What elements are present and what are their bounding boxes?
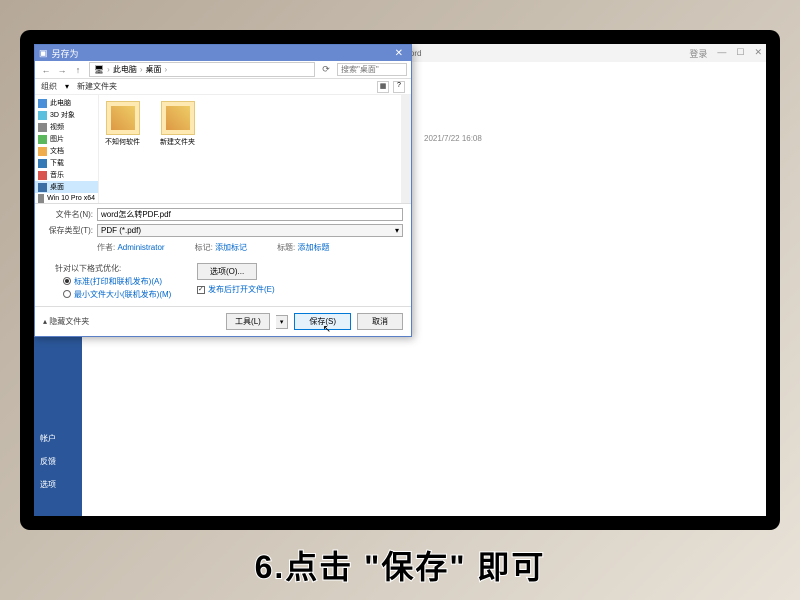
- options-button[interactable]: 选项(O)...: [197, 263, 257, 280]
- tree-item[interactable]: 音乐: [35, 169, 98, 181]
- folder-icon: [106, 101, 140, 135]
- folder-icon: [38, 171, 47, 180]
- hide-folders-toggle[interactable]: 隐藏文件夹: [43, 316, 89, 327]
- save-button[interactable]: 保存(S) ↖: [294, 313, 351, 330]
- folder-icon: [38, 111, 47, 120]
- dialog-toolbar: 组织 ▾ 新建文件夹 ▦ ?: [35, 79, 411, 95]
- help-button[interactable]: ?: [393, 81, 405, 93]
- tree-item[interactable]: 图片: [35, 133, 98, 145]
- new-folder-button[interactable]: 新建文件夹: [77, 81, 117, 92]
- window-controls: 登录 — ☐ ✕: [689, 47, 762, 60]
- organize-menu[interactable]: 组织: [41, 81, 57, 92]
- tree-label: 音乐: [50, 170, 64, 180]
- screen: docx - Word 登录 — ☐ ✕ ← 帐户 反馈 选项 2021/7/2…: [34, 44, 766, 516]
- tree-item[interactable]: 桌面: [35, 181, 98, 193]
- dialog-fields: 文件名(N): 保存类型(T): PDF (*.pdf) 作者: Adminis…: [35, 203, 411, 259]
- folder-icon: [161, 101, 195, 135]
- radio-icon: [63, 290, 71, 298]
- dialog-title: 另存为: [52, 47, 79, 60]
- folder-icon: [38, 183, 47, 192]
- tags-link[interactable]: 添加标记: [215, 243, 247, 252]
- tree-label: Win 10 Pro x64: [47, 195, 95, 202]
- dialog-body: 此电脑3D 对象视频图片文档下载音乐桌面Win 10 Pro x64本地磁盘 (…: [35, 95, 411, 203]
- scrollbar-vertical[interactable]: [401, 95, 411, 203]
- file-label: 新建文件夹: [160, 137, 195, 147]
- radio-standard[interactable]: 标准(打印和联机发布)(A): [63, 276, 185, 287]
- filetype-select[interactable]: PDF (*.pdf): [97, 224, 403, 237]
- search-input[interactable]: [337, 63, 407, 76]
- tree-item[interactable]: 此电脑: [35, 97, 98, 109]
- tree-label: 视频: [50, 122, 64, 132]
- file-list[interactable]: 不知何软件 新建文件夹: [99, 95, 411, 203]
- tree-item[interactable]: 文档: [35, 145, 98, 157]
- nav-forward-button[interactable]: →: [55, 63, 69, 77]
- dialog-nav-bar: ← → ↑ 🖥 › 此电脑 › 桌面 › ⟳: [35, 61, 411, 79]
- folder-icon: [38, 135, 47, 144]
- folder-icon: [38, 159, 47, 168]
- tree-item[interactable]: 视频: [35, 121, 98, 133]
- radio-icon: [63, 277, 71, 285]
- checkbox-icon: [197, 286, 205, 294]
- tutorial-caption: 6.点击 "保存" 即可: [0, 542, 800, 588]
- close-icon[interactable]: ✕: [754, 47, 762, 60]
- sidebar-item-feedback[interactable]: 反馈: [34, 450, 82, 473]
- folder-icon: [38, 194, 44, 203]
- folder-icon: [38, 123, 47, 132]
- view-mode-button[interactable]: ▦: [377, 81, 389, 93]
- open-after-checkbox[interactable]: 发布后打开文件(E): [197, 284, 403, 295]
- tree-label: 此电脑: [50, 98, 71, 108]
- cancel-button[interactable]: 取消: [357, 313, 403, 330]
- folder-tree[interactable]: 此电脑3D 对象视频图片文档下载音乐桌面Win 10 Pro x64本地磁盘 (…: [35, 95, 99, 203]
- maximize-icon[interactable]: ☐: [736, 47, 744, 60]
- tree-label: 下载: [50, 158, 64, 168]
- nav-back-button[interactable]: ←: [39, 63, 53, 77]
- radio-minimum[interactable]: 最小文件大小(联机发布)(M): [63, 289, 185, 300]
- dialog-footer: 隐藏文件夹 工具(L) ▾ 保存(S) ↖ 取消: [35, 306, 411, 336]
- dialog-close-button[interactable]: ✕: [391, 48, 407, 59]
- tools-dropdown[interactable]: ▾: [276, 315, 289, 329]
- filename-label: 文件名(N):: [43, 209, 93, 220]
- dialog-titlebar: ▣ 另存为 ✕: [35, 45, 411, 61]
- tools-button[interactable]: 工具(L): [226, 313, 270, 330]
- breadcrumb-desktop[interactable]: 桌面: [146, 64, 162, 75]
- tree-label: 图片: [50, 134, 64, 144]
- author-label: 作者:: [97, 243, 115, 252]
- title-meta-label: 标题:: [277, 243, 295, 252]
- minimize-icon[interactable]: —: [717, 47, 726, 60]
- folder-icon: [38, 147, 47, 156]
- file-item[interactable]: 不知何软件: [105, 101, 140, 147]
- breadcrumb[interactable]: 🖥 › 此电脑 › 桌面 ›: [89, 62, 315, 77]
- tree-label: 文档: [50, 146, 64, 156]
- tags-label: 标记:: [195, 243, 213, 252]
- filetype-label: 保存类型(T):: [43, 225, 93, 236]
- optimize-label: 针对以下格式优化:: [55, 264, 121, 273]
- tree-item[interactable]: Win 10 Pro x64: [35, 193, 98, 203]
- breadcrumb-pc[interactable]: 此电脑: [113, 64, 137, 75]
- sidebar-item-account[interactable]: 帐户: [34, 427, 82, 450]
- title-link[interactable]: 添加标题: [298, 243, 330, 252]
- folder-icon: 🖥: [94, 65, 104, 74]
- folder-icon: [38, 99, 47, 108]
- tree-label: 桌面: [50, 182, 64, 192]
- word-icon: ▣: [39, 48, 48, 59]
- tree-item[interactable]: 下载: [35, 157, 98, 169]
- sidebar-item-options[interactable]: 选项: [34, 473, 82, 496]
- monitor-frame: docx - Word 登录 — ☐ ✕ ← 帐户 反馈 选项 2021/7/2…: [20, 30, 780, 530]
- filename-input[interactable]: [97, 208, 403, 221]
- tree-item[interactable]: 3D 对象: [35, 109, 98, 121]
- author-value[interactable]: Administrator: [117, 243, 164, 252]
- nav-up-button[interactable]: ↑: [71, 63, 85, 77]
- save-as-dialog: ▣ 另存为 ✕ ← → ↑ 🖥 › 此电脑 › 桌面 ›: [34, 44, 412, 337]
- file-label: 不知何软件: [105, 137, 140, 147]
- file-item[interactable]: 新建文件夹: [160, 101, 195, 147]
- doc-modified-date: 2021/7/22 16:08: [424, 134, 482, 143]
- tree-label: 3D 对象: [50, 110, 75, 120]
- refresh-button[interactable]: ⟳: [319, 63, 333, 77]
- login-link[interactable]: 登录: [689, 47, 707, 60]
- optimize-section: 针对以下格式优化: 标准(打印和联机发布)(A) 最小文件大小(联机发布)(M)…: [35, 259, 411, 306]
